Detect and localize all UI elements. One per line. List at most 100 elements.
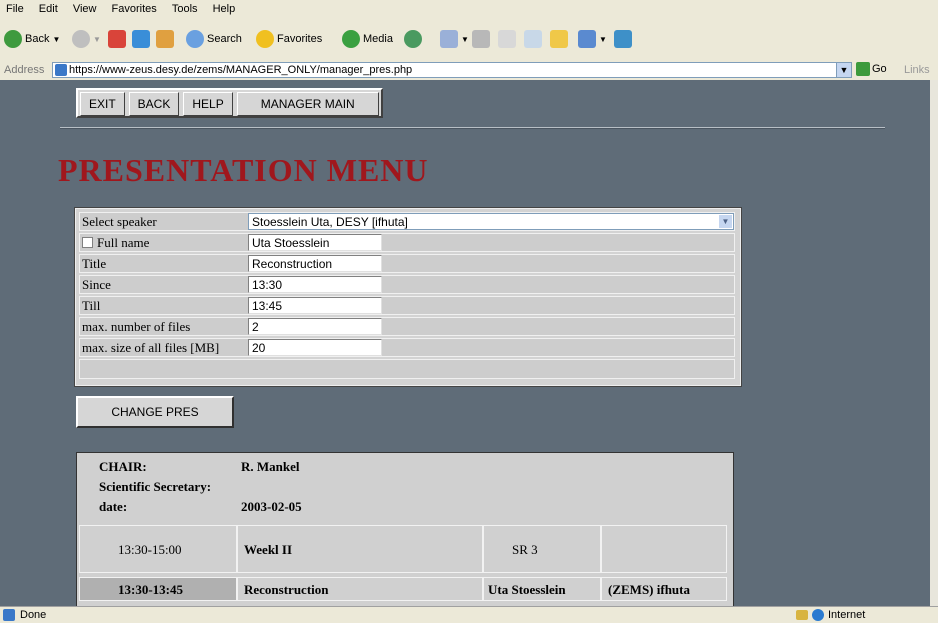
till-label: Till (82, 298, 101, 313)
folder-button[interactable] (550, 29, 568, 49)
talk-row: 13:30-13:45 Reconstruction Uta Stoesslei… (79, 577, 731, 601)
home-button[interactable] (156, 29, 174, 49)
exit-button[interactable]: EXIT (80, 92, 125, 116)
edit-page-icon (498, 30, 516, 48)
vertical-scrollbar[interactable] (930, 80, 938, 606)
go-arrow-icon (856, 62, 870, 76)
divider (60, 127, 885, 129)
stop-icon (108, 30, 126, 48)
star-icon (256, 30, 274, 48)
back-page-button[interactable]: BACK (128, 92, 180, 116)
talk-title-cell: Reconstruction (237, 577, 483, 601)
chair-value: R. Mankel (241, 459, 300, 474)
folder-icon (550, 30, 568, 48)
messenger-button[interactable]: ▼ (578, 29, 607, 49)
menu-edit[interactable]: Edit (33, 0, 64, 15)
search-button[interactable]: Search (186, 29, 242, 49)
go-button[interactable]: Go (856, 62, 887, 76)
change-pres-button[interactable]: CHANGE PRES (76, 396, 234, 428)
speaker-select[interactable]: Stoesslein Uta, DESY [ifhuta] ▼ (248, 213, 734, 230)
talk-speaker-cell: Uta Stoesslein (483, 577, 601, 601)
talk-account: (ZEMS) ifhuta (608, 582, 690, 597)
mail-dropdown-icon: ▼ (461, 34, 469, 44)
menu-view[interactable]: View (67, 0, 103, 15)
media-button[interactable]: Media (342, 29, 393, 49)
max-files-input[interactable]: 2 (248, 318, 382, 335)
help-button[interactable]: HELP (183, 92, 233, 116)
page-icon (55, 64, 67, 76)
url-text: https://www-zeus.desy.de/zems/MANAGER_ON… (69, 64, 413, 76)
row-max-size: max. size of all files [MB] 20 (79, 338, 735, 357)
stop-button[interactable] (108, 29, 126, 49)
globe-icon (812, 609, 824, 621)
menu-favorites[interactable]: Favorites (106, 0, 163, 15)
menu-file[interactable]: File (0, 0, 30, 15)
discuss-button[interactable] (524, 29, 542, 49)
max-size-input[interactable]: 20 (248, 339, 382, 356)
edit-button[interactable] (498, 29, 516, 49)
full-name-input[interactable]: Uta Stoesslein (248, 234, 382, 251)
forward-button[interactable]: ▼ (72, 29, 101, 49)
go-label: Go (872, 63, 887, 75)
talk-speaker: Uta Stoesslein (488, 582, 566, 597)
forward-arrow-icon (72, 30, 90, 48)
address-bar: Address https://www-zeus.desy.de/zems/MA… (0, 60, 938, 81)
links-button[interactable]: Links (904, 64, 930, 76)
menu-help[interactable]: Help (207, 0, 242, 15)
refresh-icon (132, 30, 150, 48)
messenger-icon (578, 30, 596, 48)
mail-icon (440, 30, 458, 48)
title-input[interactable]: Reconstruction (248, 255, 382, 272)
refresh-button[interactable] (132, 29, 150, 49)
history-icon (404, 30, 422, 48)
session-room-cell: SR 3 (483, 525, 601, 573)
secretary-label: Scientific Secretary: (99, 479, 212, 494)
print-button[interactable] (472, 29, 490, 49)
search-icon (186, 30, 204, 48)
speaker-select-value: Stoesslein Uta, DESY [ifhuta] (252, 215, 408, 229)
zone-label: Internet (828, 609, 866, 621)
since-input[interactable]: 13:30 (248, 276, 382, 293)
page-done-icon (3, 609, 15, 621)
url-input[interactable]: https://www-zeus.desy.de/zems/MANAGER_ON… (52, 62, 848, 78)
talk-time: 13:30-13:45 (118, 582, 183, 597)
back-dropdown-icon: ▼ (52, 34, 61, 44)
browser-toolbar: Back ▼ ▼ Search Favorites Media ▼ ▼ (0, 20, 938, 61)
address-dropdown-icon[interactable]: ▼ (836, 62, 852, 78)
research-icon (614, 30, 632, 48)
talk-account-cell: (ZEMS) ifhuta (601, 577, 727, 601)
search-label: Search (207, 33, 242, 45)
row-till: Till 13:45 (79, 296, 735, 315)
title-label: Title (82, 256, 107, 271)
presentation-table: CHAIR: R. Mankel Scientific Secretary: d… (76, 452, 734, 606)
media-icon (342, 30, 360, 48)
till-input[interactable]: 13:45 (248, 297, 382, 314)
session-extra-cell (601, 525, 727, 573)
print-icon (472, 30, 490, 48)
full-name-label-text: Full name (97, 235, 150, 250)
session-time: 13:30-15:00 (118, 542, 182, 557)
select-speaker-label: Select speaker (82, 214, 157, 229)
row-since: Since 13:30 (79, 275, 735, 294)
date-value: 2003-02-05 (241, 499, 302, 514)
manager-main-button[interactable]: MANAGER MAIN (236, 92, 379, 116)
messenger-dropdown-icon: ▼ (599, 34, 607, 44)
home-icon (156, 30, 174, 48)
menu-tools[interactable]: Tools (166, 0, 204, 15)
research-button[interactable] (614, 29, 632, 49)
back-arrow-icon (4, 30, 22, 48)
lock-icon (796, 610, 808, 620)
chevron-down-icon[interactable]: ▼ (719, 215, 732, 228)
session-row: 13:30-15:00 Weekl II SR 3 (79, 525, 731, 573)
media-label: Media (363, 33, 393, 45)
row-max-files: max. number of files 2 (79, 317, 735, 336)
session-header: CHAIR: R. Mankel Scientific Secretary: d… (81, 455, 731, 525)
favorites-button[interactable]: Favorites (256, 29, 322, 49)
history-button[interactable] (404, 29, 422, 49)
back-button[interactable]: Back ▼ (4, 29, 60, 49)
max-files-label: max. number of files (82, 319, 191, 334)
session-room: SR 3 (512, 542, 538, 557)
presentation-form: Select speaker Stoesslein Uta, DESY [ifh… (75, 208, 741, 386)
mail-button[interactable]: ▼ (440, 29, 469, 49)
full-name-checkbox[interactable] (82, 237, 93, 248)
